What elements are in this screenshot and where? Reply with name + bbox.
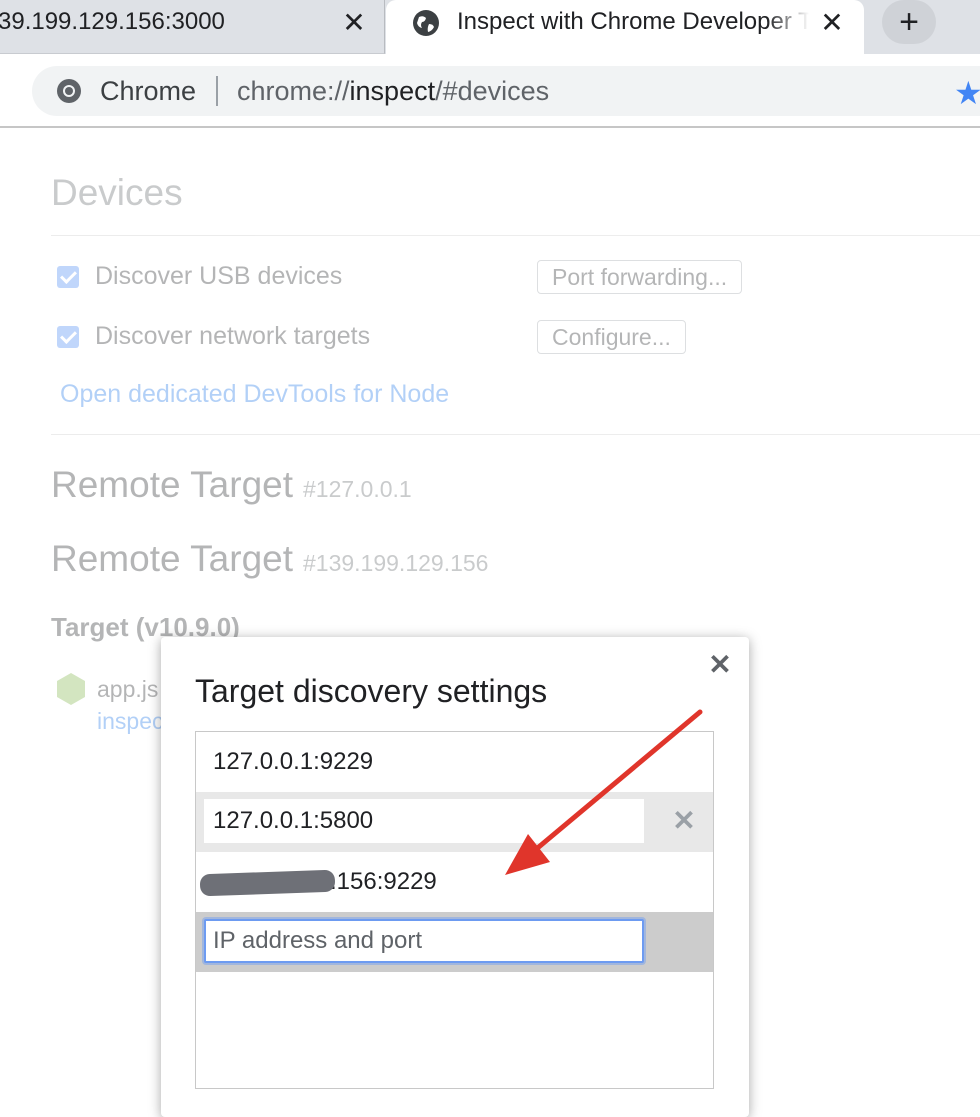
- list-item[interactable]: .156:9229: [196, 852, 713, 912]
- tab-strip: 39.199.129.156:3000 ✕ Inspect with Chrom…: [0, 0, 980, 54]
- url-text[interactable]: chrome://inspect/#devices: [237, 76, 549, 107]
- globe-icon: [413, 10, 439, 36]
- target-address: .156:9229: [330, 868, 437, 895]
- redaction-mark: [199, 869, 336, 897]
- remote-target-label: Remote Target: [51, 464, 293, 505]
- close-dialog-icon[interactable]: ✕: [708, 651, 732, 679]
- target-address: 127.0.0.1:9229: [213, 748, 374, 775]
- list-item-new[interactable]: [196, 912, 713, 972]
- tab-title: Inspect with Chrome Developer Tools: [457, 8, 809, 35]
- bookmark-star-icon[interactable]: ★: [954, 74, 980, 112]
- remote-target-host: #139.199.129.156: [303, 550, 489, 576]
- tab-inspect[interactable]: Inspect with Chrome Developer Tools ✕: [386, 0, 864, 54]
- target-discovery-dialog: ✕ Target discovery settings 127.0.0.1:92…: [161, 637, 749, 1117]
- port-forwarding-button[interactable]: Port forwarding...: [537, 260, 743, 294]
- divider: [216, 76, 218, 106]
- remove-entry-icon[interactable]: ✕: [672, 806, 696, 836]
- address-bar[interactable]: Chrome chrome://inspect/#devices ★: [32, 66, 980, 116]
- url-scheme: chrome://: [237, 76, 350, 106]
- ip-address-port-input[interactable]: [204, 919, 644, 963]
- remote-target-heading: Remote Target #127.0.0.1: [51, 464, 412, 506]
- url-host: inspect: [349, 76, 436, 106]
- target-list: 127.0.0.1:9229 ✕ .156:9229: [195, 731, 714, 1089]
- divider: [51, 434, 980, 435]
- target-address-field[interactable]: [204, 799, 644, 843]
- open-devtools-node-link[interactable]: Open dedicated DevTools for Node: [60, 380, 449, 409]
- dialog-title: Target discovery settings: [195, 673, 548, 709]
- site-label: Chrome: [100, 76, 197, 106]
- discover-usb-checkbox[interactable]: [57, 266, 79, 288]
- remote-target-heading: Remote Target #139.199.129.156: [51, 538, 488, 580]
- discover-network-label: Discover network targets: [95, 322, 371, 350]
- list-item[interactable]: 127.0.0.1:9229: [196, 732, 713, 792]
- new-tab-button[interactable]: +: [882, 0, 936, 44]
- list-item[interactable]: ✕: [196, 792, 713, 852]
- url-path: /#devices: [435, 76, 550, 106]
- devices-heading: Devices: [51, 172, 183, 213]
- remote-target-host: #127.0.0.1: [303, 476, 412, 502]
- tab-title: 39.199.129.156:3000: [0, 8, 225, 35]
- target-app-name: app.js: [97, 676, 159, 702]
- close-tab-icon[interactable]: ✕: [340, 9, 368, 37]
- close-tab-icon[interactable]: ✕: [818, 9, 846, 37]
- nodejs-hexagon-icon: [57, 673, 85, 705]
- divider: [51, 235, 980, 236]
- discover-usb-label: Discover USB devices: [95, 262, 343, 290]
- inspect-link[interactable]: inspect: [97, 708, 170, 735]
- configure-button[interactable]: Configure...: [537, 320, 686, 354]
- tab-app-server[interactable]: 39.199.129.156:3000 ✕: [0, 0, 385, 54]
- remote-target-label: Remote Target: [51, 538, 293, 579]
- chrome-logo-icon: [57, 79, 81, 103]
- toolbar: Chrome chrome://inspect/#devices ★: [0, 54, 980, 128]
- discover-network-checkbox[interactable]: [57, 326, 79, 348]
